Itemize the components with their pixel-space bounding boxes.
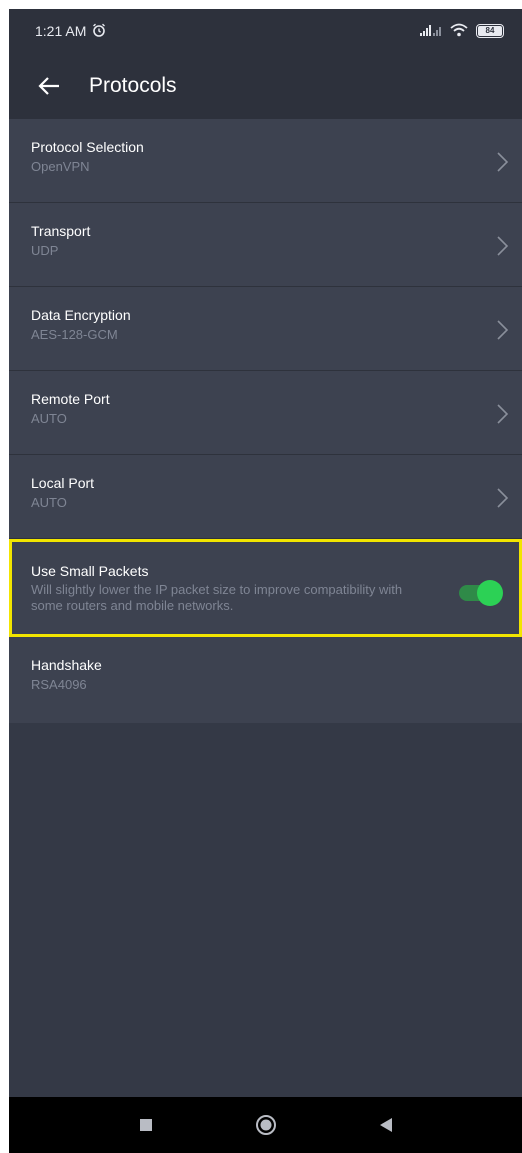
local-port-row[interactable]: Local Port AUTO bbox=[9, 455, 522, 539]
app-bar: Protocols bbox=[9, 53, 522, 119]
home-button[interactable] bbox=[255, 1114, 277, 1136]
transport-row[interactable]: Transport UDP bbox=[9, 203, 522, 287]
square-icon bbox=[139, 1119, 152, 1131]
row-title: Protocol Selection bbox=[31, 139, 144, 155]
row-value: OpenVPN bbox=[31, 159, 90, 174]
protocol-selection-row[interactable]: Protocol Selection OpenVPN bbox=[9, 119, 522, 203]
phone-screen: 1:21 AM 84 Protocols Protocol Selection … bbox=[9, 9, 522, 1153]
status-time: 1:21 AM bbox=[35, 23, 87, 39]
use-small-packets-row: Use Small Packets Will slightly lower th… bbox=[9, 539, 522, 637]
row-title: Handshake bbox=[31, 657, 102, 673]
chevron-right-icon bbox=[497, 404, 509, 424]
circle-icon bbox=[255, 1115, 276, 1135]
battery-icon: 84 bbox=[476, 24, 504, 38]
row-value: UDP bbox=[31, 243, 59, 258]
row-value: AUTO bbox=[31, 411, 67, 426]
toggle-thumb bbox=[477, 580, 503, 606]
small-packets-toggle[interactable] bbox=[459, 580, 503, 606]
chevron-right-icon bbox=[497, 236, 509, 256]
arrow-left-icon bbox=[38, 77, 59, 95]
chevron-right-icon bbox=[497, 488, 509, 508]
status-bar: 1:21 AM 84 bbox=[9, 9, 522, 53]
page-title: Protocols bbox=[89, 74, 177, 97]
row-value: AUTO bbox=[31, 495, 67, 510]
row-description: Will slightly lower the IP packet size t… bbox=[31, 582, 403, 613]
wifi-icon bbox=[450, 23, 468, 40]
status-right: 84 bbox=[420, 23, 504, 40]
alarm-icon bbox=[92, 23, 106, 40]
signal-icon bbox=[420, 23, 442, 39]
row-title: Use Small Packets bbox=[31, 563, 149, 579]
status-left: 1:21 AM bbox=[35, 23, 106, 40]
row-title: Local Port bbox=[31, 475, 95, 491]
system-nav-bar bbox=[9, 1097, 522, 1153]
back-nav-button[interactable] bbox=[375, 1114, 397, 1136]
triangle-back-icon bbox=[379, 1118, 392, 1132]
row-value: RSA4096 bbox=[31, 677, 87, 692]
remote-port-row[interactable]: Remote Port AUTO bbox=[9, 371, 522, 455]
back-button[interactable] bbox=[33, 70, 65, 102]
row-value: AES-128-GCM bbox=[31, 327, 118, 342]
row-title: Transport bbox=[31, 223, 91, 239]
data-encryption-row[interactable]: Data Encryption AES-128-GCM bbox=[9, 287, 522, 371]
chevron-right-icon bbox=[497, 320, 509, 340]
chevron-right-icon bbox=[497, 152, 509, 172]
row-title: Data Encryption bbox=[31, 307, 131, 323]
settings-list: Protocol Selection OpenVPN Transport UDP… bbox=[9, 119, 522, 723]
row-title: Remote Port bbox=[31, 391, 110, 407]
battery-level: 84 bbox=[478, 26, 502, 36]
handshake-row[interactable]: Handshake RSA4096 bbox=[9, 637, 522, 723]
recents-button[interactable] bbox=[135, 1114, 157, 1136]
